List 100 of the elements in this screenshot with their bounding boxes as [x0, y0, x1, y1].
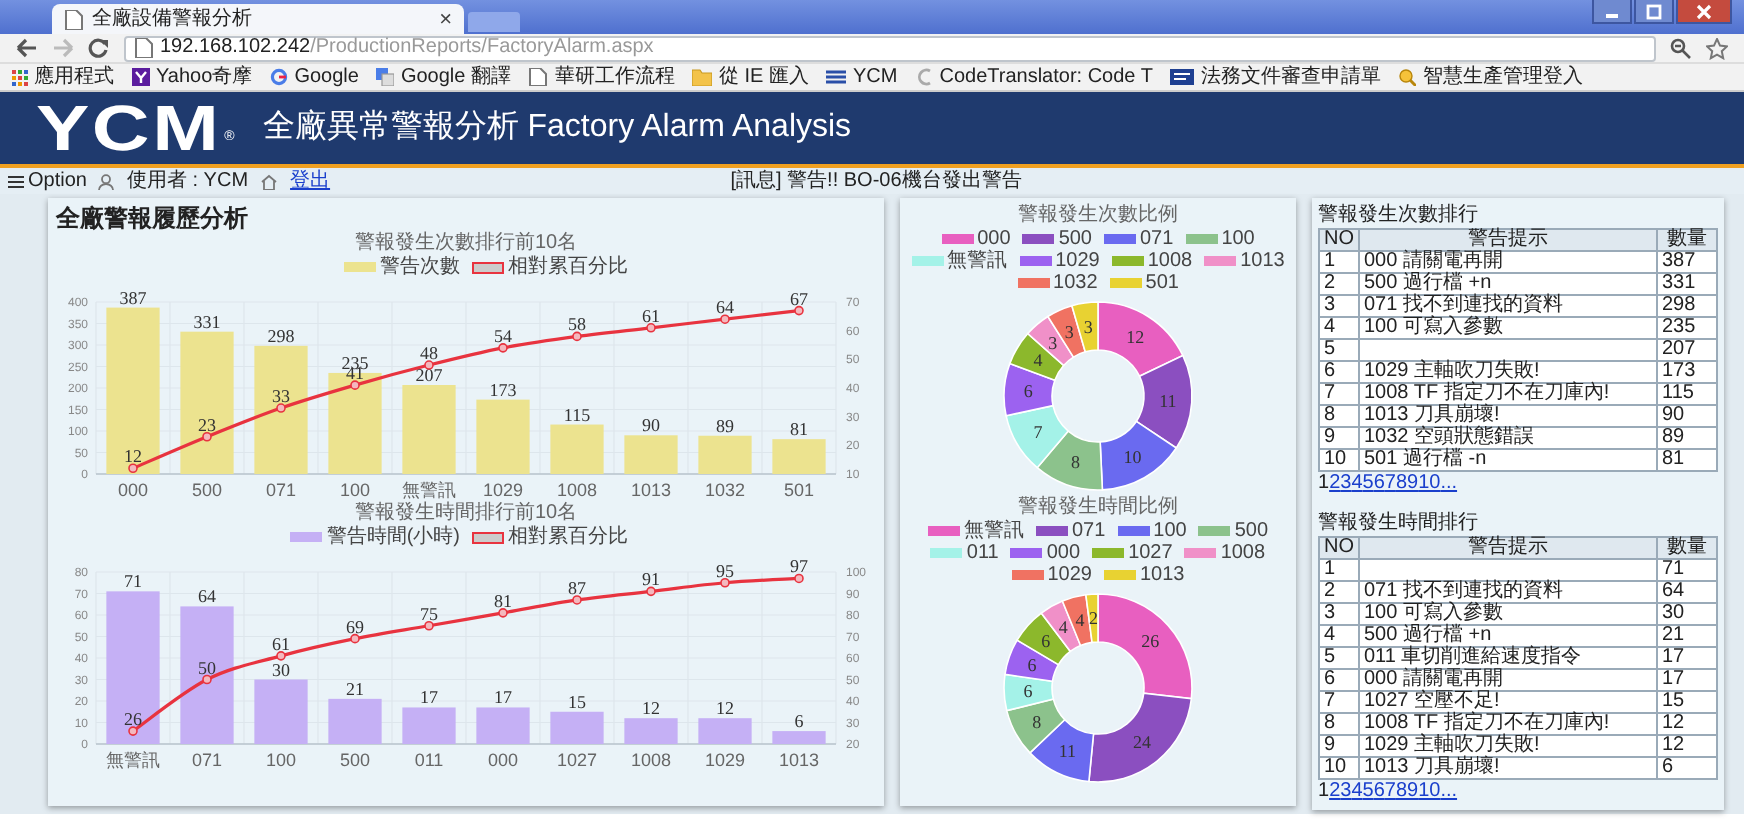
- slice-label: 4: [1033, 350, 1043, 371]
- bookmark-link[interactable]: YCM: [826, 67, 898, 87]
- axis-label: 1013: [778, 750, 820, 770]
- axis-label: 1029: [482, 480, 524, 500]
- close-button[interactable]: ×: [439, 9, 452, 29]
- bookmark-link[interactable]: 法務文件審查申請單: [1170, 67, 1381, 87]
- minimize-button[interactable]: [1592, 0, 1632, 24]
- point: [794, 573, 804, 584]
- legend-label: 無警訊: [947, 250, 1008, 272]
- axis-label: 071: [191, 750, 223, 770]
- page-link[interactable]: 4: [1351, 472, 1363, 496]
- table-cell: 3: [1319, 603, 1359, 625]
- page-link[interactable]: 5: [1362, 780, 1374, 804]
- bookmark-link[interactable]: 應用程式: [12, 67, 114, 87]
- column-header: 數量: [1657, 229, 1717, 251]
- bookmark-link[interactable]: CodeTranslator: Code T: [915, 67, 1153, 87]
- table-cell: 10: [1319, 449, 1359, 471]
- point: [128, 726, 138, 736]
- slice-label: 4: [1058, 617, 1068, 638]
- page-link[interactable]: 3: [1340, 780, 1352, 804]
- slice-label: 6: [1023, 681, 1033, 702]
- bar: [772, 439, 826, 474]
- page-link[interactable]: 8: [1395, 472, 1407, 496]
- bar: [550, 424, 604, 474]
- bar: [624, 435, 678, 474]
- legend-label: 501: [1145, 272, 1179, 294]
- reload-icon[interactable]: [88, 38, 110, 58]
- data-label: 81: [494, 590, 512, 611]
- option-menu[interactable]: Option: [8, 170, 87, 192]
- slice-label: 3: [1083, 316, 1093, 337]
- data-label: 64: [716, 297, 734, 318]
- legend-label: 1008: [1220, 542, 1266, 564]
- point: [202, 674, 212, 685]
- point: [424, 620, 434, 631]
- page-link[interactable]: 3: [1340, 472, 1352, 496]
- logout-link[interactable]: 登出: [290, 170, 331, 192]
- table-cell: 500 過行檔 +n: [1359, 625, 1657, 647]
- maximize-button[interactable]: [1634, 0, 1674, 24]
- page-link[interactable]: 9: [1407, 780, 1419, 804]
- axis-label: 1027: [556, 750, 598, 770]
- bookmark-link[interactable]: 從 IE 匯入: [692, 67, 809, 87]
- data-label: 331: [193, 311, 221, 332]
- page-link[interactable]: 7: [1384, 780, 1396, 804]
- legend-label: 500: [1234, 520, 1269, 542]
- page-link[interactable]: 8: [1395, 780, 1407, 804]
- page-number: 1: [1318, 780, 1330, 804]
- page-link[interactable]: 4: [1351, 780, 1363, 804]
- bookmark-link[interactable]: Google 翻譯: [376, 67, 511, 87]
- table-title: 警報發生時間排行: [1318, 512, 1480, 536]
- slice-label: 3: [1048, 332, 1058, 353]
- chart-title: 警報發生次數比例: [1016, 204, 1180, 228]
- table-cell: 000 請關電再開: [1359, 669, 1657, 691]
- zoom-icon[interactable]: [1670, 37, 1692, 59]
- column-header: NO: [1319, 537, 1359, 559]
- bookmark-link[interactable]: Yahoo奇摩: [132, 67, 253, 87]
- page-link[interactable]: 2: [1329, 780, 1341, 804]
- slice-label: 8: [1070, 452, 1080, 473]
- axis-label: 501: [783, 480, 815, 500]
- page-link[interactable]: ...: [1440, 472, 1458, 496]
- data-label: 90: [642, 415, 660, 436]
- table-cell: 1: [1319, 251, 1359, 273]
- page-link[interactable]: 7: [1384, 472, 1396, 496]
- table-cell: 1029 主軸吹刀失敗!: [1359, 735, 1657, 757]
- page-link[interactable]: 2: [1329, 472, 1341, 496]
- page-link[interactable]: 9: [1407, 472, 1419, 496]
- address-field[interactable]: 192.168.102.242/ProductionReports/FactoryAlarm.aspx: [124, 35, 1656, 61]
- data-label: 33: [272, 386, 290, 407]
- close-button[interactable]: [1676, 0, 1732, 24]
- bar: [328, 698, 382, 744]
- star-icon[interactable]: [1706, 37, 1728, 59]
- page-link[interactable]: 6: [1373, 780, 1385, 804]
- ring-icon: [270, 68, 289, 86]
- axis-label: 071: [265, 480, 297, 500]
- legend-label: 1027: [1128, 542, 1173, 564]
- page-link[interactable]: 10: [1418, 780, 1441, 804]
- bookmark-link[interactable]: 華研工作流程: [528, 67, 675, 87]
- legend-label: 1029: [1055, 250, 1100, 272]
- axis-label: 000: [117, 480, 149, 500]
- table-cell: 1032 空頭狀態錯誤: [1359, 427, 1657, 449]
- table-cell: 7: [1319, 691, 1359, 713]
- table-cell: 7: [1319, 383, 1359, 405]
- page-link[interactable]: 6: [1373, 472, 1385, 496]
- table-cell: 1: [1319, 559, 1359, 581]
- point: [572, 595, 582, 605]
- page-link[interactable]: 10: [1418, 472, 1441, 496]
- data-label: 26: [124, 709, 142, 730]
- page-link[interactable]: ...: [1440, 780, 1458, 804]
- bar: [402, 707, 456, 744]
- table-cell: 10: [1319, 757, 1359, 779]
- data-label: 67: [790, 288, 808, 309]
- back-icon[interactable]: [16, 38, 38, 58]
- square-icon: [132, 68, 150, 86]
- data-label: 207: [415, 365, 443, 385]
- page-link[interactable]: 5: [1362, 472, 1374, 496]
- bookmark-link[interactable]: 智慧生產管理登入: [1398, 67, 1583, 87]
- bookmark-link[interactable]: Google: [270, 67, 359, 87]
- magnifier-icon: [1398, 68, 1417, 86]
- browser-tab[interactable]: 全廠設備警報分析 ×: [52, 4, 464, 34]
- table-cell: 4: [1319, 625, 1359, 647]
- table-cell: 1013 刀具崩壞!: [1359, 405, 1657, 427]
